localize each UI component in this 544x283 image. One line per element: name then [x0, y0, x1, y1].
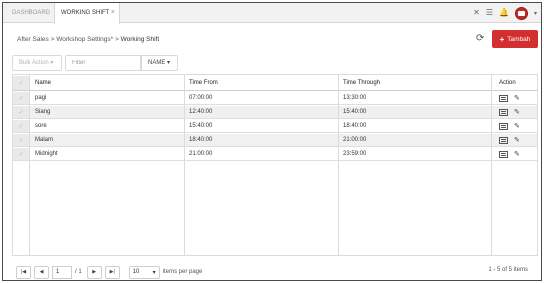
cell-time-through: 13:30:00: [343, 95, 367, 101]
edit-icon[interactable]: ✎: [514, 150, 520, 158]
breadcrumb-after-sales[interactable]: After Sales: [17, 36, 49, 43]
column-divider: [184, 75, 185, 255]
detail-icon[interactable]: [499, 150, 508, 158]
table-header: ✓ Name Time From Time Through Action: [13, 76, 537, 91]
card-icon: [517, 10, 525, 16]
table-row[interactable]: ✓ sore 15:40:00 18:40:00 ✎: [13, 120, 537, 133]
filter-field-label: NAME: [148, 60, 166, 66]
first-page-icon[interactable]: |◀: [16, 265, 31, 279]
cell-actions: ✎: [491, 148, 537, 160]
row-checkbox[interactable]: ✓: [13, 148, 29, 160]
total-pages: / 1: [75, 269, 82, 275]
tab-dashboard[interactable]: DASHBOARD: [6, 3, 56, 23]
tab-label: WORKING SHIFT: [61, 10, 110, 16]
chevron-down-icon: ▾: [152, 269, 156, 276]
bulk-action-dropdown[interactable]: Bulk Action ▾: [12, 55, 62, 71]
row-checkbox[interactable]: ✓: [13, 92, 29, 104]
breadcrumb-separator: >: [115, 36, 119, 43]
detail-icon[interactable]: [499, 122, 508, 130]
pagination: |◀ ◀ 1 / 1 ▶ ▶| 10 ▾ items per page: [16, 265, 202, 279]
column-divider: [491, 75, 492, 255]
breadcrumb-separator: >: [50, 36, 55, 43]
cell-actions: ✎: [491, 120, 537, 132]
edit-icon[interactable]: ✎: [514, 122, 520, 130]
cell-time-from: 12:40:00: [189, 109, 213, 115]
table-row[interactable]: ✓ Midnight 21:00:00 23:59:00 ✎: [13, 148, 537, 161]
next-page-icon[interactable]: ▶: [86, 265, 102, 279]
cell-name: pagi: [35, 95, 47, 101]
column-header-action: Action: [499, 80, 516, 86]
page-size-value: 10: [132, 269, 140, 275]
page-size-select[interactable]: 10 ▾: [128, 265, 160, 279]
check-icon: ✓: [18, 137, 24, 144]
edit-icon[interactable]: ✎: [514, 94, 520, 102]
chevron-down-icon[interactable]: ▾: [534, 10, 537, 17]
detail-icon[interactable]: [499, 136, 508, 144]
check-icon: ✓: [18, 80, 24, 87]
breadcrumb: After Sales > Workshop Settings* > Worki…: [17, 36, 159, 43]
table-row[interactable]: ✓ Siang 12:40:00 15:40:00 ✎: [13, 106, 537, 119]
close-icon[interactable]: ×: [111, 3, 115, 23]
breadcrumb-workshop-settings[interactable]: Workshop Settings*: [56, 36, 113, 43]
filter-field-dropdown[interactable]: NAME ▾: [141, 55, 178, 71]
check-icon: ✓: [18, 151, 24, 158]
cell-time-from: 18:40:00: [189, 137, 213, 143]
check-icon: ✓: [18, 123, 24, 130]
cell-time-from: 07:00:00: [189, 95, 213, 101]
column-divider: [338, 75, 339, 255]
expand-icon[interactable]: ✕: [473, 3, 480, 23]
cell-name: Malam: [35, 137, 54, 143]
pagination-info: 1 - 5 of 5 items: [488, 267, 528, 273]
row-checkbox[interactable]: ✓: [13, 120, 29, 132]
app-window: DASHBOARD WORKING SHIFT × ✕ ☰ 🔔 ▾ After …: [2, 2, 542, 281]
refresh-icon[interactable]: ⟳: [476, 33, 484, 44]
filter-input[interactable]: [65, 55, 141, 71]
row-checkbox[interactable]: ✓: [13, 134, 29, 146]
add-button-label: Tambah: [507, 35, 531, 43]
column-divider: [29, 75, 30, 255]
bulk-action-label: Bulk Action: [19, 60, 49, 66]
tab-bar: DASHBOARD WORKING SHIFT × ✕ ☰ 🔔 ▾: [3, 3, 541, 24]
cell-time-from: 21:00:00: [189, 151, 213, 157]
table-row[interactable]: ✓ Malam 18:40:00 21:00:00 ✎: [13, 134, 537, 147]
edit-icon[interactable]: ✎: [514, 136, 520, 144]
cell-actions: ✎: [491, 134, 537, 146]
cell-name: Siang: [35, 109, 51, 115]
user-avatar[interactable]: [514, 6, 528, 20]
add-button[interactable]: + Tambah: [492, 30, 538, 48]
cell-time-through: 15:40:00: [343, 109, 367, 115]
check-icon: ✓: [18, 95, 24, 102]
cell-time-through: 21:00:00: [343, 137, 367, 143]
prev-page-icon[interactable]: ◀: [34, 265, 49, 279]
select-all-checkbox[interactable]: ✓: [13, 76, 29, 90]
topbar-actions: ✕ ☰ 🔔 ▾: [473, 3, 537, 23]
working-shift-table: ✓ Name Time From Time Through Action ✓ p…: [12, 74, 538, 256]
detail-icon[interactable]: [499, 108, 508, 116]
table-row[interactable]: ✓ pagi 07:00:00 13:30:00 ✎: [13, 92, 537, 105]
edit-icon[interactable]: ✎: [514, 108, 520, 116]
check-icon: ✓: [18, 109, 24, 116]
breadcrumb-current: Working Shift: [120, 36, 160, 43]
bell-icon[interactable]: 🔔: [499, 3, 509, 23]
cell-actions: ✎: [491, 106, 537, 118]
cell-actions: ✎: [491, 92, 537, 104]
last-page-icon[interactable]: ▶|: [104, 265, 120, 279]
cell-time-through: 23:59:00: [343, 151, 367, 157]
page-input[interactable]: 1: [52, 265, 72, 279]
column-header-name[interactable]: Name: [30, 76, 184, 90]
row-checkbox[interactable]: ✓: [13, 106, 29, 118]
cell-time-through: 18:40:00: [343, 123, 367, 129]
column-header-time-through[interactable]: Time Through: [338, 76, 491, 90]
tab-working-shift[interactable]: WORKING SHIFT ×: [54, 3, 120, 24]
plus-icon: +: [499, 34, 505, 44]
menu-icon[interactable]: ☰: [486, 3, 493, 23]
detail-icon[interactable]: [499, 94, 508, 102]
cell-name: sore: [35, 123, 47, 129]
column-header-time-from[interactable]: Time From: [184, 76, 338, 90]
cell-name: Midnight: [35, 151, 58, 157]
cell-time-from: 15:40:00: [189, 123, 213, 129]
page-size-label: items per page: [162, 269, 203, 275]
